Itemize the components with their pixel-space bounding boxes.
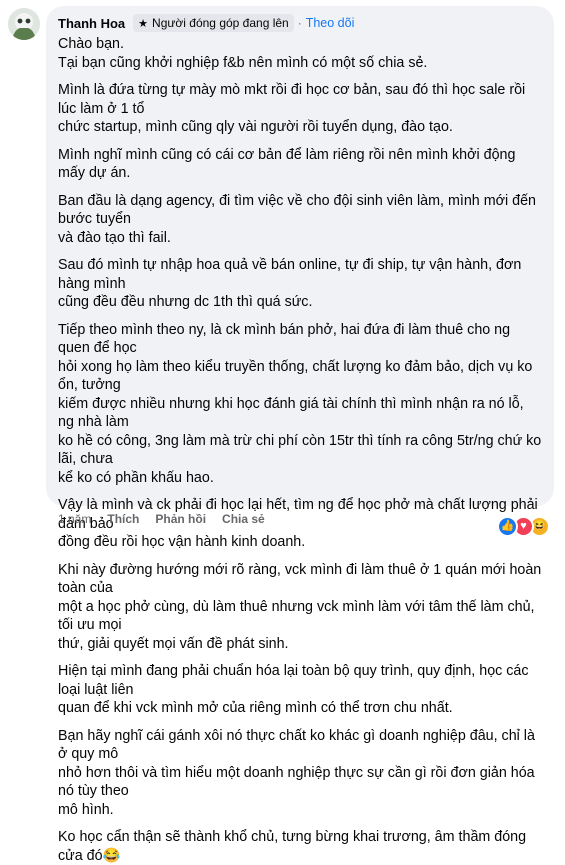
comment-paragraph: Bạn hãy nghĩ cái gánh xôi nó thực chất k…	[58, 727, 535, 818]
comment-bubble: Thanh Hoa ★ Người đóng góp đang lên · Th…	[46, 6, 554, 864]
comment-paragraph: Mình là đứa từng tự mày mò mkt rồi đi họ…	[58, 82, 526, 135]
timestamp[interactable]: 1 năm	[58, 512, 91, 526]
separator-dot: ·	[297, 16, 302, 30]
like-button[interactable]: Thích	[107, 512, 139, 526]
avatar[interactable]	[8, 8, 40, 40]
comment-paragraph: Tiếp theo mình theo ny, là ck mình bán p…	[58, 321, 542, 486]
rising-contributor-badge[interactable]: ★ Người đóng góp đang lên	[133, 14, 294, 32]
avatar-image	[8, 8, 40, 40]
comment-body: Chào bạn. Tại bạn cũng khởi nghiệp f&b n…	[58, 35, 542, 865]
star-icon: ★	[138, 17, 149, 30]
comment-paragraph: Mình nghĩ mình cũng có cái cơ bản để làm…	[58, 146, 516, 182]
author-name[interactable]: Thanh Hoa	[58, 16, 125, 31]
comment-header: Thanh Hoa ★ Người đóng góp đang lên · Th…	[58, 13, 542, 33]
comment-paragraph: Chào bạn. Tại bạn cũng khởi nghiệp f&b n…	[58, 36, 428, 71]
follow-button[interactable]: Theo dõi	[306, 16, 355, 30]
comment-paragraph: Khi này đường hướng mới rõ ràng, vck mìn…	[58, 561, 542, 652]
comment-paragraph: Ban đầu là dạng agency, đi tìm việc về c…	[58, 192, 536, 246]
badge-label: Người đóng góp đang lên	[152, 16, 289, 30]
share-button[interactable]: Chia sẻ	[222, 512, 265, 526]
comment-actions: 1 năm Thích Phản hồi Chia sẻ	[58, 512, 265, 526]
comment-paragraph: Ko học cẩn thận sẽ thành khổ chủ, tưng b…	[58, 829, 527, 864]
like-reaction-icon: 👍	[497, 516, 518, 537]
comment-paragraph: Sau đó mình tự nhập hoa quả về bán onlin…	[58, 257, 522, 310]
reply-button[interactable]: Phản hồi	[155, 512, 206, 526]
comment-paragraph: Hiện tại mình đang phải chuẩn hóa lại to…	[58, 663, 529, 716]
reaction-summary[interactable]: 👍 ♥ 😆	[497, 516, 550, 537]
